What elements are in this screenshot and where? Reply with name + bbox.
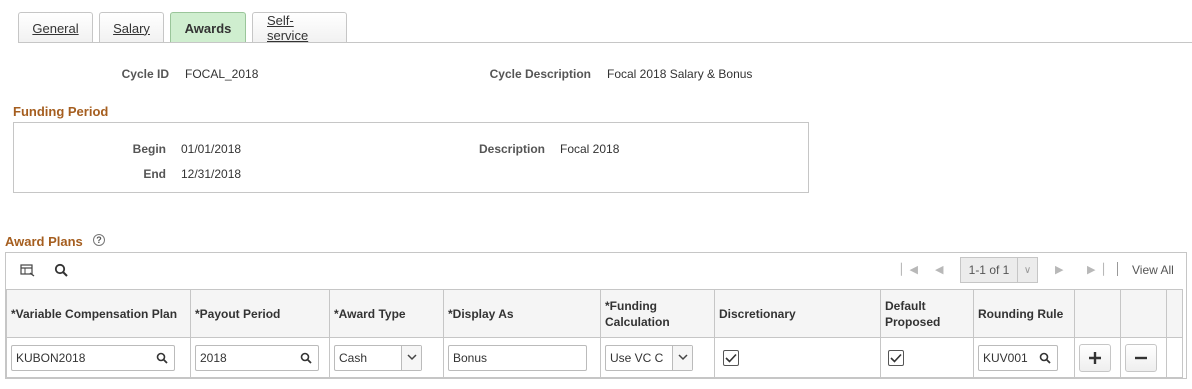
col-header-display-as[interactable]: *Display As bbox=[443, 289, 601, 338]
rounding-rule-field[interactable]: KUV001 bbox=[978, 344, 1058, 371]
previous-page-icon[interactable]: ◀ bbox=[935, 263, 943, 276]
col-header-default-proposed[interactable]: Default Proposed bbox=[880, 289, 974, 338]
vc-plan-value: KUBON2018 bbox=[16, 350, 86, 365]
funding-description-label: Description bbox=[478, 142, 545, 156]
display-as-value: Bonus bbox=[453, 350, 488, 365]
first-page-icon[interactable]: ▏◀ bbox=[901, 263, 918, 276]
rounding-rule-value: KUV001 bbox=[983, 350, 1028, 365]
funding-period-title: Funding Period bbox=[13, 104, 109, 119]
payout-period-value: 2018 bbox=[200, 350, 227, 365]
col-header-spacer bbox=[1166, 289, 1183, 338]
next-page-icon[interactable]: ▶ bbox=[1055, 263, 1063, 276]
tab-self-service[interactable]: Self-service bbox=[252, 12, 347, 43]
col-header-payout-period[interactable]: *Payout Period bbox=[190, 289, 330, 338]
col-header-vc-plan[interactable]: *Variable Compensation Plan bbox=[6, 289, 191, 338]
vc-plan-field[interactable]: KUBON2018 bbox=[11, 344, 175, 371]
display-as-input[interactable]: Bonus bbox=[448, 344, 587, 371]
cycle-id-value: FOCAL_2018 bbox=[185, 67, 259, 81]
col-header-delete bbox=[1120, 289, 1167, 338]
col-header-award-type[interactable]: *Award Type bbox=[329, 289, 444, 338]
lookup-icon[interactable] bbox=[1036, 349, 1054, 367]
header-row: *Variable Compensation Plan *Payout Peri… bbox=[6, 289, 1183, 338]
lookup-icon[interactable] bbox=[153, 349, 171, 367]
col-header-funding-calculation[interactable]: *Funding Calculation bbox=[600, 289, 715, 338]
col-header-add bbox=[1074, 289, 1121, 338]
award-type-value: Cash bbox=[339, 350, 368, 365]
cycle-id-label: Cycle ID bbox=[121, 67, 169, 81]
col-header-rounding-rule[interactable]: Rounding Rule bbox=[973, 289, 1075, 338]
award-plans-table: *Variable Compensation Plan *Payout Peri… bbox=[6, 289, 1183, 378]
award-type-select[interactable]: Cash bbox=[334, 344, 422, 371]
tab-divider bbox=[18, 42, 1192, 43]
chevron-down-icon[interactable]: ∨ bbox=[1017, 258, 1037, 282]
chevron-down-icon[interactable] bbox=[401, 345, 421, 370]
end-label: End bbox=[143, 167, 166, 181]
personalize-grid-icon[interactable] bbox=[18, 261, 36, 279]
funding-calculation-value: Use VC C bbox=[610, 350, 664, 365]
funding-description-value: Focal 2018 bbox=[560, 142, 620, 156]
funding-calculation-select[interactable]: Use VC C bbox=[605, 344, 693, 371]
last-page-icon[interactable]: ▶▕ bbox=[1087, 263, 1104, 276]
tab-salary[interactable]: Salary bbox=[99, 12, 164, 43]
lookup-icon[interactable] bbox=[297, 349, 315, 367]
find-icon[interactable] bbox=[52, 261, 70, 279]
delete-row-button[interactable] bbox=[1125, 343, 1157, 372]
end-value: 12/31/2018 bbox=[181, 167, 242, 181]
payout-period-field[interactable]: 2018 bbox=[195, 344, 319, 371]
tab-general[interactable]: General bbox=[18, 12, 93, 43]
pager-dropdown[interactable]: 1-1 of 1 ∨ bbox=[960, 257, 1038, 283]
table-row: KUBON2018 2018 Cash Bonus Use VC C KUV00… bbox=[6, 337, 1183, 378]
default-proposed-checkbox[interactable] bbox=[888, 349, 904, 366]
tab-awards[interactable]: Awards bbox=[170, 12, 246, 43]
col-header-discretionary[interactable]: Discretionary bbox=[714, 289, 881, 338]
view-all-link[interactable]: View All bbox=[1132, 263, 1174, 277]
toolbar-separator bbox=[1117, 262, 1118, 276]
grid-toolbar: ▏◀ ◀ 1-1 of 1 ∨ ▶ ▶▕ View All bbox=[6, 253, 1186, 289]
award-plans-title: Award Plans bbox=[5, 234, 83, 249]
help-icon[interactable]: ? bbox=[93, 234, 105, 246]
funding-period-box bbox=[13, 122, 809, 193]
plus-icon bbox=[1089, 351, 1101, 364]
minus-icon bbox=[1135, 356, 1147, 359]
begin-label: Begin bbox=[132, 142, 166, 156]
cycle-description-value: Focal 2018 Salary & Bonus bbox=[607, 67, 753, 81]
begin-value: 01/01/2018 bbox=[181, 142, 242, 156]
cycle-description-label: Cycle Description bbox=[489, 67, 591, 81]
row-spacer bbox=[1166, 337, 1183, 378]
award-plans-grid: ▏◀ ◀ 1-1 of 1 ∨ ▶ ▶▕ View All *Variable … bbox=[5, 252, 1187, 379]
chevron-down-icon[interactable] bbox=[672, 345, 692, 370]
discretionary-checkbox[interactable] bbox=[723, 349, 739, 366]
pager-text: 1-1 of 1 bbox=[968, 263, 1010, 277]
add-row-button[interactable] bbox=[1079, 343, 1111, 372]
tab-bar: General Salary Awards Self-service bbox=[18, 12, 347, 43]
